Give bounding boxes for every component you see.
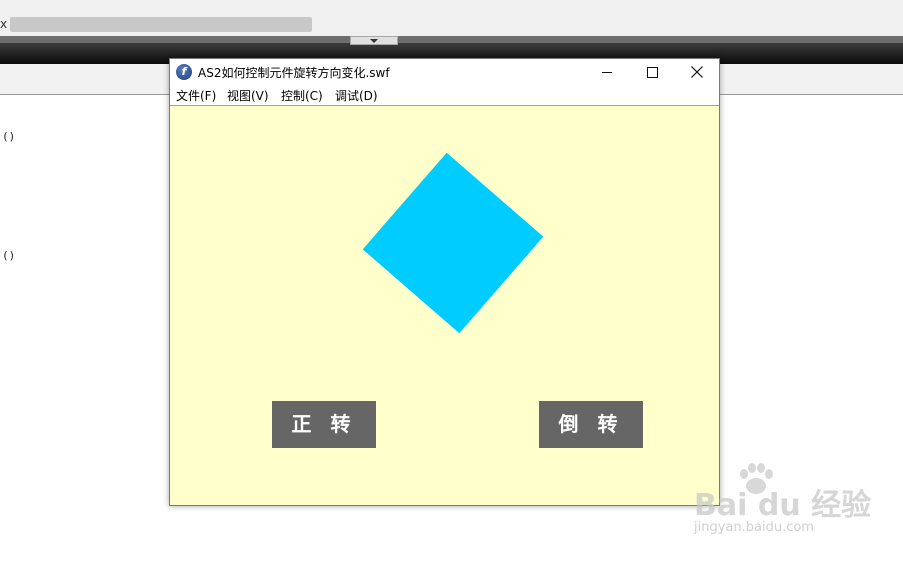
flash-player-icon: f	[176, 64, 192, 80]
flash-player-window: f AS2如何控制元件旋转方向变化.swf 文件(F) 视图(V) 控制(C) …	[169, 58, 720, 506]
menu-file[interactable]: 文件(F)	[176, 87, 216, 104]
code-line-paren: ()	[2, 249, 16, 262]
maximize-icon	[647, 67, 658, 78]
chevron-down-icon	[370, 39, 378, 43]
close-icon	[691, 66, 703, 78]
watermark-url: jingyan.baidu.com	[694, 520, 814, 535]
swf-stage: 正 转 倒 转	[170, 106, 719, 505]
editor-close-mark[interactable]: x	[0, 16, 7, 32]
editor-collapse-toggle[interactable]	[350, 36, 398, 45]
maximize-button[interactable]	[629, 59, 675, 85]
rotate-reverse-button[interactable]: 倒 转	[539, 401, 643, 448]
code-line-paren: ()	[2, 130, 16, 143]
menu-view[interactable]: 视图(V)	[227, 87, 269, 104]
window-titlebar[interactable]: f AS2如何控制元件旋转方向变化.swf	[170, 59, 719, 85]
watermark-logo-text: Bai du 经验	[694, 488, 872, 523]
rotate-forward-button[interactable]: 正 转	[272, 401, 376, 448]
menu-bar: 文件(F) 视图(V) 控制(C) 调试(D)	[170, 85, 719, 106]
editor-horizontal-scrollbar[interactable]	[10, 17, 312, 32]
window-title: AS2如何控制元件旋转方向变化.swf	[198, 66, 390, 80]
minimize-button[interactable]	[584, 59, 630, 85]
menu-control[interactable]: 控制(C)	[281, 87, 323, 104]
baidu-watermark: Bai du 经验 jingyan.baidu.com	[690, 462, 871, 552]
editor-top-strip	[0, 0, 903, 14]
rotating-square	[362, 152, 544, 334]
menu-debug[interactable]: 调试(D)	[335, 87, 378, 104]
minimize-icon	[602, 72, 612, 73]
close-button[interactable]	[674, 59, 720, 85]
